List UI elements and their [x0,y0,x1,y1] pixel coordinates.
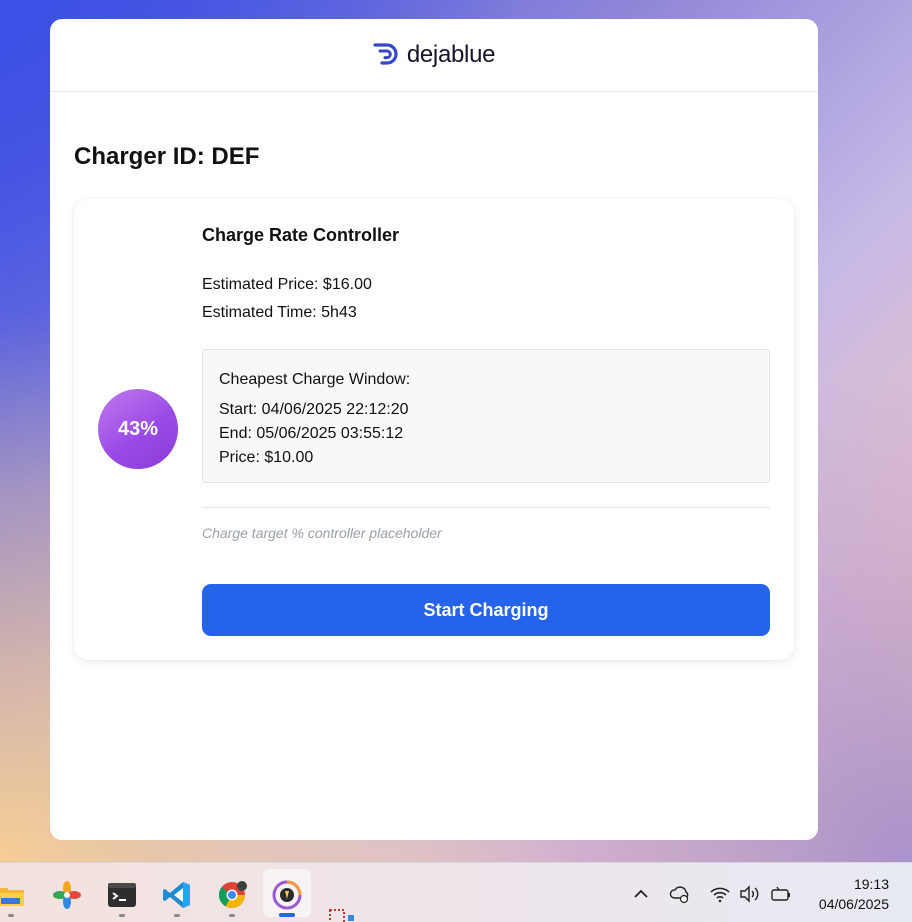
app-icon[interactable] [328,906,358,922]
running-indicator [8,914,14,917]
state-of-charge-badge: 43% [98,389,178,469]
file-explorer-icon[interactable] [0,880,26,910]
app-header: dejablue [50,19,818,92]
vscode-icon[interactable] [162,880,192,910]
running-indicator [174,914,180,917]
cheapest-window-end: End: 05/06/2025 03:55:12 [219,425,404,442]
app-window: dejablue Charger ID: DEF 43% Charge Rate… [50,19,818,840]
divider [202,507,770,508]
cheapest-window-heading: Cheapest Charge Window: [219,371,411,388]
running-indicator [119,914,125,917]
chrome-icon[interactable] [217,880,247,910]
photos-icon[interactable] [52,880,82,910]
system-clock[interactable]: 19:13 04/06/2025 [819,874,889,914]
estimated-time: Estimated Time: 5h43 [202,304,357,321]
charge-rate-card: 43% Charge Rate Controller Estimated Pri… [74,199,794,660]
cheapest-window-panel: Cheapest Charge Window: Start: 04/06/202… [202,349,770,483]
card-title: Charge Rate Controller [202,225,400,245]
charge-target-placeholder: Charge target % controller placeholder [202,525,442,541]
brand-name[interactable]: dejablue [407,41,496,69]
cloud-sync-icon[interactable] [669,883,691,905]
wifi-icon[interactable] [709,883,731,905]
start-charging-button[interactable]: Start Charging [202,584,770,636]
cheapest-window-price: Price: $10.00 [219,449,314,466]
chevron-up-icon[interactable] [630,883,652,905]
dejablue-logo-icon[interactable] [373,42,401,68]
battery-icon[interactable] [770,883,792,905]
clock-time: 19:13 [853,876,889,892]
active-indicator [279,913,295,917]
running-indicator [229,914,235,917]
volume-icon[interactable] [739,883,761,905]
cheapest-window-start: Start: 04/06/2025 22:12:20 [219,401,409,418]
terminal-icon[interactable] [107,880,137,910]
clock-date: 04/06/2025 [818,896,889,912]
estimated-price: Estimated Price: $16.00 [202,276,372,293]
page-title: Charger ID: DEF [74,143,260,170]
app-icon[interactable] [272,880,302,910]
